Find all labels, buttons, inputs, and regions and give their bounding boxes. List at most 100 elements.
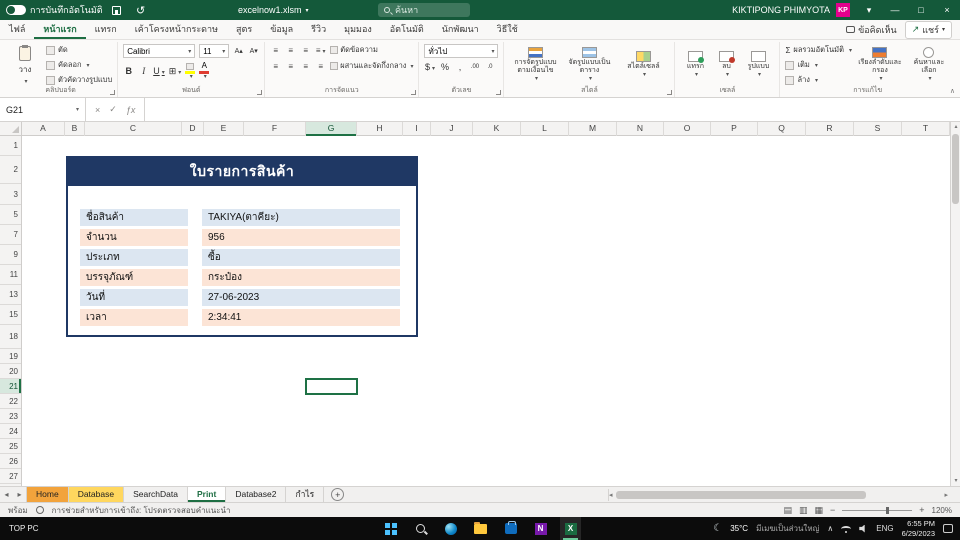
scroll-down-icon[interactable]: ▾ [951, 476, 960, 486]
alignment-dialog-launcher[interactable] [411, 90, 417, 95]
close-button[interactable]: × [934, 0, 960, 20]
decrease-decimal-button[interactable]: .0 [484, 64, 495, 70]
autosave-toggle[interactable]: การบันทึกอัตโนมัติ [6, 3, 103, 17]
search-box[interactable]: ค้นหา [378, 3, 470, 17]
clipboard-dialog-launcher[interactable] [110, 90, 116, 95]
hscroll-right-icon[interactable]: ▸ [944, 491, 948, 499]
row-header[interactable]: 27 [0, 469, 21, 484]
conditional-formatting-button[interactable]: การจัดรูปแบบตามเงื่อนไข [509, 46, 561, 83]
ribbon-tab[interactable]: หน้าแรก [34, 20, 85, 39]
number-format-select[interactable]: ทั่วไป [424, 44, 499, 58]
column-header[interactable]: D [182, 122, 204, 136]
copy-button[interactable]: คัดลอก [46, 59, 112, 71]
minimize-button[interactable]: — [882, 0, 908, 20]
font-size-select[interactable]: 11 [199, 44, 230, 58]
wrap-text-button[interactable]: ตัดข้อความ [330, 44, 378, 56]
horizontal-scroll-thumb[interactable] [615, 490, 866, 499]
sheet-canvas[interactable]: ใบรายการสินค้า ชื่อสินค้า TAKIYA(ตาคียะ) จ… [22, 136, 950, 486]
ribbon-tab[interactable]: ข้อมูล [261, 20, 302, 39]
onenote-taskbar-icon[interactable]: N [530, 517, 551, 540]
align-left-icon[interactable]: ≡ [270, 62, 281, 71]
row-header[interactable]: 13 [0, 285, 21, 305]
grow-font-button[interactable]: A▴ [233, 47, 244, 55]
zoom-thumb[interactable] [885, 506, 889, 514]
edge-taskbar-icon[interactable] [440, 517, 461, 540]
add-sheet-button[interactable]: + [331, 488, 345, 501]
start-taskbar-icon[interactable] [380, 517, 401, 540]
currency-button[interactable]: $ [424, 62, 435, 72]
sheet-tab[interactable]: Home [27, 487, 69, 502]
align-bottom-icon[interactable]: ≡ [300, 46, 311, 55]
ribbon-tab[interactable]: อัตโนมัติ [381, 20, 433, 39]
fill-button[interactable]: เติม [785, 59, 852, 71]
align-middle-icon[interactable]: ≡ [285, 46, 296, 55]
column-header[interactable]: T [902, 122, 950, 136]
selected-cell[interactable] [305, 378, 358, 395]
ribbon-tab[interactable]: นักพัฒนา [433, 20, 488, 39]
column-header[interactable]: Q [758, 122, 806, 136]
column-header[interactable]: A [22, 122, 65, 136]
bold-button[interactable]: B [123, 66, 134, 76]
row-header[interactable]: 21 [0, 379, 21, 394]
cut-button[interactable]: ตัด [46, 44, 112, 56]
comma-style-button[interactable]: , [454, 62, 465, 72]
ribbon-tab[interactable]: รีวิว [302, 20, 335, 39]
row-header[interactable]: 5 [0, 205, 21, 225]
user-name[interactable]: KIKTIPONG PHIMYOTA [732, 5, 830, 15]
font-color-button[interactable]: A [199, 62, 210, 80]
fill-color-button[interactable] [185, 62, 196, 80]
column-header[interactable]: R [806, 122, 854, 136]
column-header[interactable]: S [854, 122, 902, 136]
sheet-tab[interactable]: Print [187, 487, 227, 502]
format-cells-button[interactable]: รูปแบบ [742, 50, 774, 79]
column-header[interactable]: I [403, 122, 431, 136]
autosave-pill[interactable] [6, 5, 26, 15]
shrink-font-button[interactable]: A▾ [248, 47, 259, 55]
column-header[interactable]: L [521, 122, 569, 136]
column-header[interactable]: B [65, 122, 85, 136]
row-header[interactable]: 18 [0, 325, 21, 349]
underline-button[interactable]: U [153, 66, 165, 76]
ribbon-tab[interactable]: ไฟล์ [0, 20, 34, 39]
avatar[interactable]: KP [836, 3, 850, 17]
row-header[interactable]: 9 [0, 245, 21, 265]
excel-taskbar-icon[interactable]: X [560, 517, 581, 540]
normal-view-icon[interactable]: ▤ [783, 505, 792, 516]
row-header[interactable]: 2 [0, 156, 21, 184]
paste-button[interactable]: วาง [9, 44, 41, 85]
zoom-out-icon[interactable]: − [830, 505, 835, 515]
accessibility-status[interactable]: การช่วยสำหรับการเข้าถึง: โปรดตรวจสอบคำแน… [52, 504, 231, 517]
undo-icon[interactable]: ↺ [131, 2, 151, 18]
page-layout-view-icon[interactable]: ▥ [799, 505, 808, 516]
sheet-tab[interactable]: Database2 [226, 487, 287, 502]
number-dialog-launcher[interactable] [496, 90, 502, 95]
vertical-scrollbar[interactable]: ▴ ▾ [950, 122, 960, 486]
sheet-tab[interactable]: กำไร [286, 487, 325, 502]
language-indicator[interactable]: ENG [876, 524, 893, 533]
cancel-icon[interactable]: × [95, 105, 100, 115]
ribbon-tab[interactable]: เค้าโครงหน้ากระดาษ [126, 20, 227, 39]
percent-button[interactable]: % [439, 62, 450, 72]
borders-button[interactable]: ⊞ [169, 66, 182, 77]
name-box[interactable]: G21 ▾ [0, 98, 86, 121]
share-button[interactable]: ↗ แชร์ ▾ [904, 20, 952, 39]
explorer-taskbar-icon[interactable] [470, 517, 491, 540]
font-name-select[interactable]: Calibri [123, 44, 196, 58]
formula-input[interactable] [145, 98, 960, 121]
volume-icon[interactable] [859, 524, 865, 533]
ribbon-tab[interactable]: แทรก [86, 20, 126, 39]
align-center-icon[interactable]: ≡ [285, 62, 296, 71]
row-header[interactable]: 1 [0, 136, 21, 156]
search-taskbar-icon[interactable] [410, 517, 431, 540]
column-header[interactable]: K [473, 122, 521, 136]
delete-cells-button[interactable]: ลบ [713, 50, 739, 79]
scroll-up-icon[interactable]: ▴ [951, 122, 960, 132]
column-header[interactable]: C [85, 122, 182, 136]
file-name[interactable]: excelnow1.xlsm ▾ [238, 0, 309, 20]
comments-button[interactable]: ข้อคิดเห็น [846, 23, 897, 37]
align-top-icon[interactable]: ≡ [270, 46, 281, 55]
merge-center-button[interactable]: ผสานและจัดกึ่งกลาง [330, 60, 413, 72]
cell-styles-button[interactable]: สไตล์เซลล์ [617, 50, 669, 79]
column-header[interactable]: M [569, 122, 617, 136]
wifi-icon[interactable] [841, 525, 852, 533]
